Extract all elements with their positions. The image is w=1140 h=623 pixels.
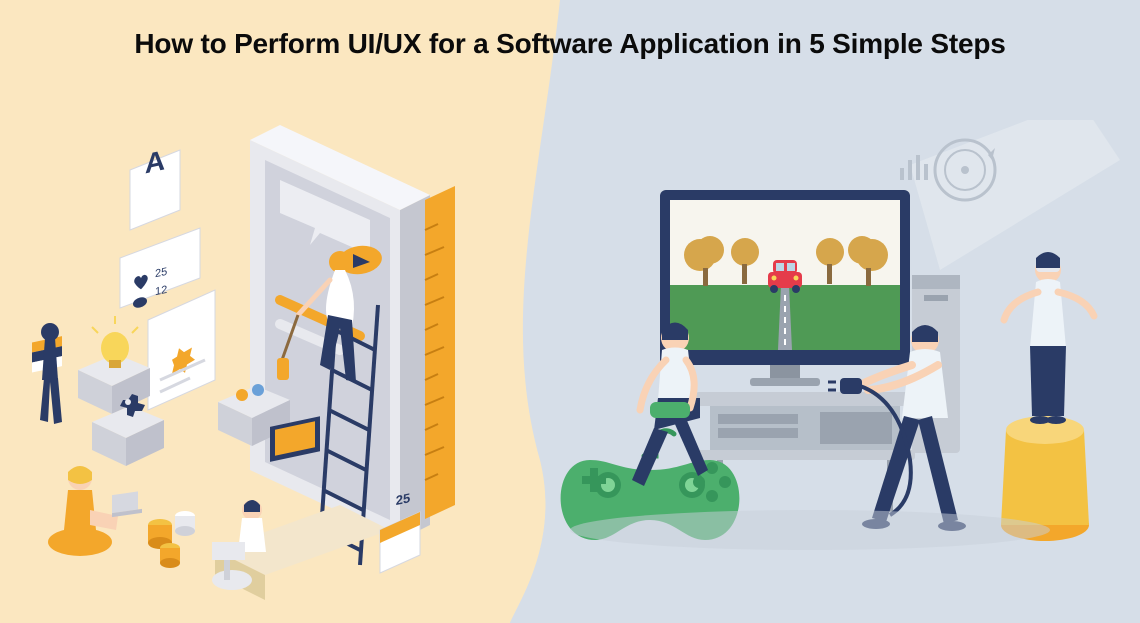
- hero-illustration: How to Perform UI/UX for a Software Appl…: [0, 0, 1140, 623]
- tv-screen: [660, 190, 910, 386]
- person-sitting-laptop: [48, 466, 142, 556]
- award-card: [148, 290, 215, 410]
- person-vr-headset: [1001, 252, 1094, 541]
- svg-text:12: 12: [155, 284, 167, 298]
- svg-text:25: 25: [396, 490, 410, 508]
- dial-icon: [935, 140, 995, 200]
- letter-card: A: [130, 143, 180, 230]
- paint-buckets-icon: [148, 511, 195, 568]
- ruler-icon: [425, 186, 455, 519]
- projection-beam: [910, 120, 1120, 270]
- person-carrying-books: [32, 323, 62, 424]
- engagement-card: 25 12: [120, 228, 200, 309]
- uiux-design-illustration: A 25 12: [20, 80, 540, 620]
- gaming-vr-illustration: [560, 120, 1120, 600]
- floor-shadow: [570, 510, 1050, 550]
- svg-text:A: A: [145, 143, 165, 179]
- lightbulb-icon: [78, 316, 150, 414]
- page-title: How to Perform UI/UX for a Software Appl…: [0, 28, 1140, 60]
